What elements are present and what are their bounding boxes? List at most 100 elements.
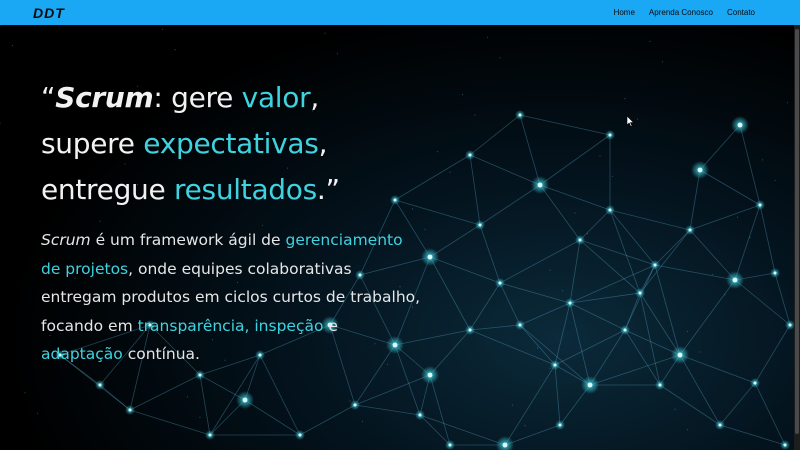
network-node <box>418 413 422 417</box>
background-star-dot <box>499 57 501 59</box>
background-star-dot <box>36 412 39 414</box>
network-link <box>689 204 761 231</box>
network-node <box>638 291 642 295</box>
background-star-dot <box>761 159 764 161</box>
network-link <box>579 209 611 241</box>
background-star-dot <box>711 273 714 275</box>
network-node <box>732 277 738 283</box>
network-node <box>653 263 657 267</box>
network-node <box>448 443 452 447</box>
network-link <box>569 302 626 331</box>
network-node <box>128 408 132 412</box>
site-logo[interactable]: DDT <box>33 5 65 21</box>
network-link <box>499 282 521 326</box>
network-link <box>659 384 721 426</box>
background-star-dot <box>786 102 789 104</box>
desc-scrum: Scrum <box>41 231 91 249</box>
network-node <box>737 122 743 128</box>
background-star-dot <box>0 25 1 26</box>
network-link <box>554 302 571 366</box>
network-link <box>469 324 521 331</box>
background-star-dot <box>686 429 689 431</box>
network-link <box>609 209 656 266</box>
headline-accent-valor: valor <box>241 81 311 114</box>
hero-headline: “Scrum: gere valor, supere expectativas,… <box>41 75 421 213</box>
network-link <box>589 354 681 386</box>
network-link <box>554 329 626 366</box>
vertical-scrollbar[interactable] <box>794 25 800 450</box>
network-node <box>98 383 102 387</box>
network-node <box>608 133 612 137</box>
desc-accent-adaptacao: adaptação <box>41 345 123 363</box>
network-link <box>479 184 541 226</box>
network-node <box>468 328 472 332</box>
network-link <box>679 279 736 356</box>
network-link <box>774 272 791 326</box>
network-node <box>478 223 482 227</box>
nav-aprenda-conosco-link[interactable]: Aprenda Conosco <box>649 8 713 17</box>
network-link <box>469 329 556 366</box>
network-link <box>569 302 591 386</box>
network-link <box>539 134 611 186</box>
network-node <box>753 381 757 385</box>
background-star-dot <box>724 294 726 296</box>
network-node <box>587 382 593 388</box>
background-star-dot <box>549 367 551 369</box>
network-node <box>427 254 433 260</box>
network-link <box>499 282 571 304</box>
background-star-dot <box>611 175 614 177</box>
network-node <box>623 328 627 332</box>
mouse-cursor-icon <box>627 116 635 127</box>
network-link <box>699 169 761 206</box>
network-link <box>469 154 481 226</box>
network-link <box>469 114 521 156</box>
network-node <box>518 323 522 327</box>
background-star-dot <box>361 420 364 423</box>
background-star-dot <box>674 408 676 410</box>
network-node <box>353 403 357 407</box>
background-star-dot <box>561 290 564 292</box>
network-link <box>654 229 691 266</box>
network-link <box>679 354 721 426</box>
network-node <box>518 113 522 117</box>
desc-accent-transparencia: transparência <box>137 316 245 335</box>
background-star-dot <box>336 53 339 55</box>
network-node <box>608 208 612 212</box>
network-node <box>688 228 692 232</box>
background-star-dot <box>461 93 464 96</box>
network-link <box>639 292 661 386</box>
background-star-dot <box>661 61 664 63</box>
background-star-dot <box>524 425 526 427</box>
network-node <box>208 433 212 437</box>
background-star-dot <box>586 232 589 235</box>
nav-home-link[interactable]: Home <box>614 8 635 17</box>
background-star-dot <box>599 155 601 157</box>
network-node <box>468 153 472 157</box>
network-node <box>427 372 433 378</box>
headline-text: , <box>318 127 328 160</box>
network-link <box>469 154 541 186</box>
network-link <box>419 414 506 446</box>
network-link <box>519 114 541 186</box>
headline-text: , <box>310 81 319 114</box>
network-link <box>689 169 701 231</box>
background-star-dot <box>24 392 26 394</box>
network-link <box>199 374 211 436</box>
network-link <box>429 256 501 284</box>
close-quote: .” <box>316 173 340 206</box>
network-link <box>354 404 421 416</box>
background-star-dot <box>11 44 14 47</box>
background-star-dot <box>574 212 576 214</box>
background-star-dot <box>549 269 551 271</box>
network-node <box>578 238 582 242</box>
network-node <box>697 167 703 173</box>
network-link <box>299 404 356 436</box>
background-star-dot <box>736 216 739 218</box>
network-link <box>754 324 791 384</box>
nav-contato-link[interactable]: Contato <box>727 8 755 17</box>
background-star-dot <box>449 171 451 173</box>
desc-text: é um framework ágil de <box>90 231 286 249</box>
background-star-dot <box>161 28 164 30</box>
main-nav: Home Aprenda Conosco Contato <box>600 8 755 17</box>
scrollbar-thumb[interactable] <box>795 29 799 434</box>
